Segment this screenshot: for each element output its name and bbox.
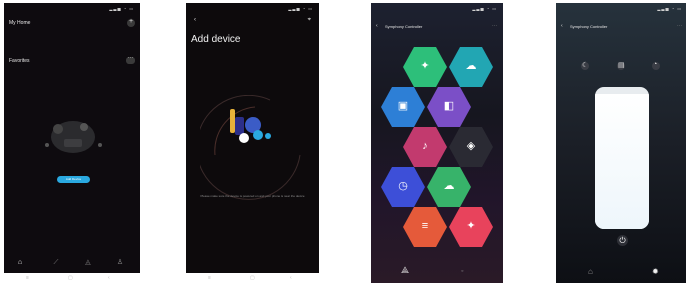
hex-3-icon: ▣ — [397, 100, 409, 112]
status-bar: ▂▃▅ ◔ ▭ — [560, 5, 684, 13]
screen-home: ▂▃▅ ◔ ▭ My Home + Favorites ··· Add Devi… — [4, 3, 140, 283]
hex-4-icon: ◧ — [443, 100, 455, 112]
power-button[interactable]: ⏻ — [617, 235, 628, 246]
settings-nav-icon[interactable]: ✹ — [652, 267, 659, 276]
screen-title: Symphony Controller — [385, 24, 423, 29]
moon-icon[interactable]: ☾ — [581, 62, 589, 70]
scene-icon[interactable]: ⟋ — [52, 259, 60, 267]
settings-icon[interactable]: ◦ — [461, 268, 463, 275]
smart-icon[interactable]: ◬ — [84, 259, 92, 267]
hex-1-icon: ✦ — [420, 60, 430, 72]
hint-text: Please make sure the device is powered o… — [200, 194, 305, 198]
timer-icon[interactable]: ◔ — [652, 61, 660, 70]
hex-8[interactable]: ☁ — [427, 167, 471, 207]
nav-menu-icon[interactable]: ≡ — [26, 275, 29, 281]
section-title: Favorites — [9, 58, 30, 64]
hex-5[interactable]: ♪ — [403, 127, 447, 167]
hex-7[interactable]: ◷ — [381, 167, 425, 207]
status-icons: ▂▃▅ ◔ ▭ — [109, 6, 134, 11]
hex-10[interactable]: ✦ — [449, 207, 493, 247]
hex-7-icon: ◷ — [398, 180, 408, 192]
brightness-fill — [595, 94, 649, 229]
add-icon[interactable]: + — [127, 18, 135, 27]
screen-symphony-hexagons: ▂▃▅ ◔ ▭ ‹ Symphony Controller ··· ✦ ☁ ▣ ◧ ♪ ◈… — [371, 3, 503, 283]
screen-title: Symphony Controller — [570, 24, 608, 29]
tab-bar: ⌂ ⟋ ◬ ♙ — [4, 257, 140, 271]
hex-4[interactable]: ◧ — [427, 87, 471, 127]
empty-state-illustration — [45, 121, 102, 153]
nav-menu-icon[interactable]: ≡ — [208, 275, 211, 281]
hex-8-icon: ☁ — [443, 180, 455, 192]
add-device-button-label: Add Device — [65, 177, 82, 181]
status-icons: ▂▃▅ ◔ ▭ — [288, 6, 313, 11]
nav-bar: ≡ ▢ ‹ — [186, 273, 319, 283]
more-icon[interactable]: ··· — [677, 23, 682, 29]
hex-5-icon: ♪ — [422, 140, 428, 152]
add-device-button[interactable]: Add Device — [57, 176, 90, 183]
hex-2-icon: ☁ — [465, 60, 477, 72]
nav-home-icon[interactable]: ▢ — [68, 275, 73, 281]
home-title[interactable]: My Home — [9, 20, 30, 26]
scan-icon[interactable]: ⌖ — [308, 17, 311, 24]
screen-add-device: ▂▃▅ ◔ ▭ ‹ ⌖ Add device Please make sure … — [186, 3, 319, 283]
scanning-illustration — [200, 95, 301, 200]
back-icon[interactable]: ‹ — [194, 17, 196, 23]
hex-10-icon: ✦ — [466, 220, 476, 232]
scene-mode-icon[interactable]: ▤ — [617, 62, 625, 70]
screen-symphony-controller: ▂▃▅ ◔ ▭ ‹ Symphony Controller ··· ☾ ▤ ◔ … — [556, 3, 686, 283]
back-icon[interactable]: ‹ — [376, 23, 378, 29]
nav-home-icon[interactable]: ▢ — [250, 275, 255, 281]
profile-icon[interactable]: ♙ — [116, 259, 124, 267]
status-icons: ▂▃▅ ◔ ▭ — [472, 6, 497, 11]
power-icon: ⏻ — [619, 236, 626, 245]
scene-icon[interactable]: ⟁ — [401, 265, 409, 276]
brightness-slider[interactable] — [595, 87, 649, 229]
hex-9[interactable]: ≡ — [403, 207, 447, 247]
nav-back-icon[interactable]: ‹ — [108, 275, 110, 281]
more-icon[interactable]: ··· — [126, 55, 135, 64]
hex-2[interactable]: ☁ — [449, 47, 493, 87]
status-bar: ▂▃▅ ◔ ▭ — [190, 5, 315, 13]
status-icons: ▂▃▅ ◔ ▭ — [657, 6, 682, 11]
hex-6-icon: ◈ — [466, 140, 476, 152]
status-bar: ▂▃▅ ◔ ▭ — [375, 5, 499, 13]
hex-9-icon: ≡ — [421, 220, 429, 232]
home-nav-icon[interactable]: ⌂ — [588, 267, 593, 276]
nav-back-icon[interactable]: ‹ — [290, 275, 292, 281]
back-icon[interactable]: ‹ — [561, 23, 563, 29]
status-bar: ▂▃▅ ◔ ▭ — [8, 5, 136, 13]
home-icon[interactable]: ⌂ — [16, 259, 24, 267]
hex-1[interactable]: ✦ — [403, 47, 447, 87]
nav-bar: ≡ ▢ ‹ — [4, 273, 140, 283]
more-icon[interactable]: ··· — [492, 23, 497, 29]
page-title: Add device — [191, 34, 241, 45]
hex-6[interactable]: ◈ — [449, 127, 493, 167]
hex-3[interactable]: ▣ — [381, 87, 425, 127]
